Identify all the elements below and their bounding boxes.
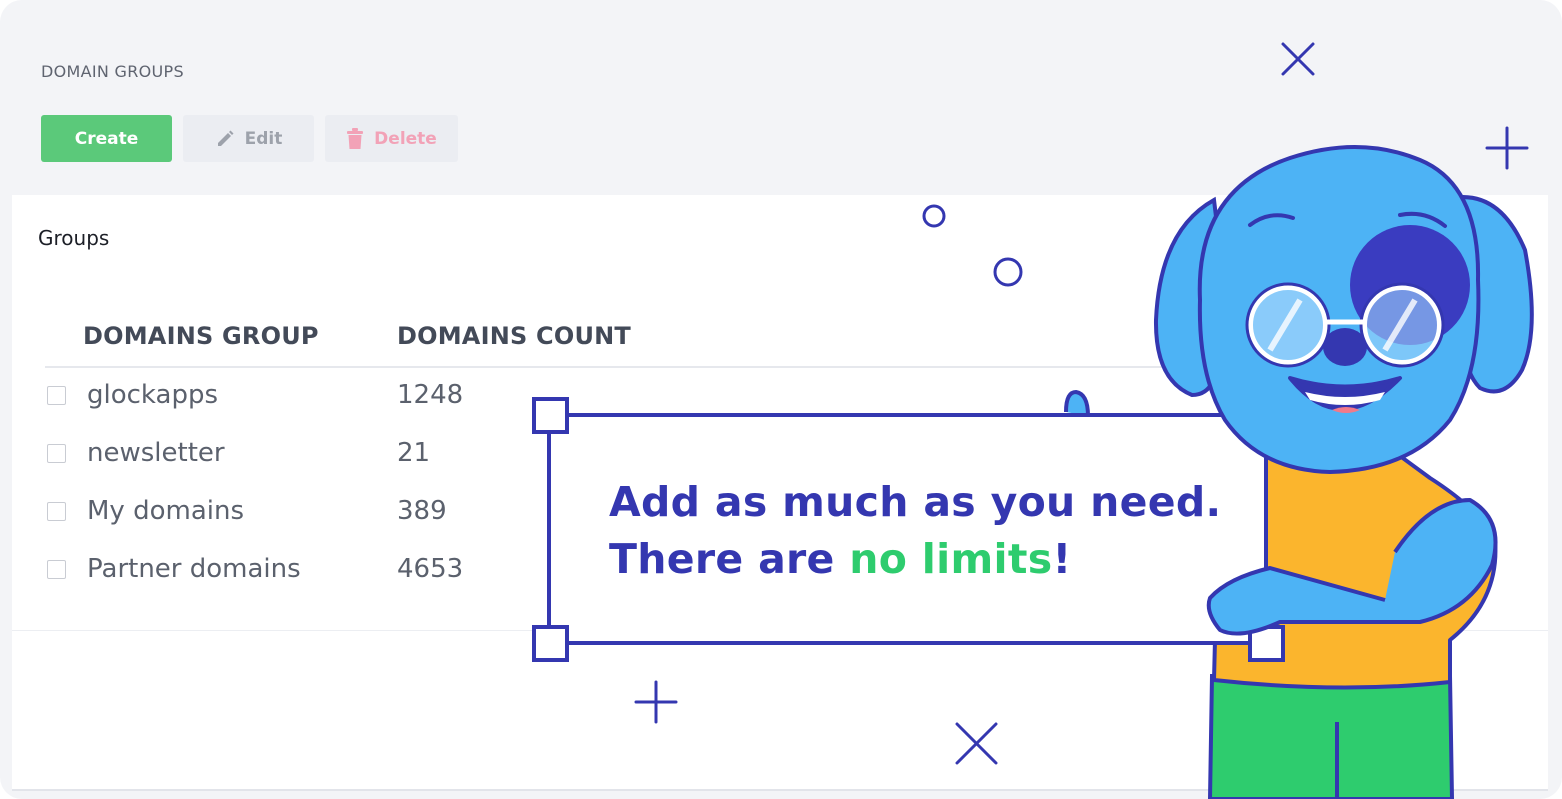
- group-name: Partner domains: [87, 554, 301, 584]
- header-divider: [45, 366, 1195, 368]
- column-header-domains-count[interactable]: DOMAINS COUNT: [397, 322, 631, 350]
- domains-count: 21: [397, 438, 431, 468]
- plus-icon: [1485, 126, 1529, 170]
- row-checkbox[interactable]: [47, 444, 66, 463]
- close-icon: [1281, 42, 1315, 76]
- table-row[interactable]: Partner domains 4653: [45, 550, 645, 590]
- column-header-domains-group[interactable]: DOMAINS GROUP: [83, 322, 319, 350]
- panel-divider: [12, 630, 1548, 631]
- trash-icon: [347, 127, 364, 149]
- app-frame: DOMAIN GROUPS Create Edit Delete Groups …: [0, 0, 1562, 799]
- row-checkbox[interactable]: [47, 560, 66, 579]
- create-button[interactable]: Create: [41, 115, 172, 162]
- row-checkbox[interactable]: [47, 386, 66, 405]
- pencil-icon: [217, 130, 234, 146]
- domains-count: 1248: [397, 380, 464, 410]
- domains-count: 389: [397, 496, 447, 526]
- delete-button-label: Delete: [374, 128, 437, 149]
- delete-button[interactable]: Delete: [325, 115, 458, 162]
- promo-highlight: no limits: [849, 535, 1053, 583]
- promo-line-2: There are no limits!: [609, 531, 1221, 588]
- table-row[interactable]: My domains 389: [45, 492, 645, 532]
- row-checkbox[interactable]: [47, 502, 66, 521]
- group-name: glockapps: [87, 380, 219, 410]
- promo-line-1: Add as much as you need.: [609, 478, 1222, 526]
- edit-button[interactable]: Edit: [183, 115, 314, 162]
- table-row[interactable]: glockapps 1248: [45, 376, 645, 416]
- promo-message: Add as much as you need. There are no li…: [609, 474, 1221, 588]
- edit-button-label: Edit: [244, 128, 283, 149]
- promo-line-2-prefix: There are: [609, 535, 850, 583]
- group-name: newsletter: [87, 438, 225, 468]
- panel-title: Groups: [38, 226, 110, 250]
- domains-count: 4653: [397, 554, 464, 584]
- page-title: DOMAIN GROUPS: [41, 62, 184, 81]
- promo-line-2-suffix: !: [1052, 535, 1072, 583]
- group-name: My domains: [87, 496, 245, 526]
- table-row[interactable]: newsletter 21: [45, 434, 645, 474]
- create-button-label: Create: [74, 128, 139, 149]
